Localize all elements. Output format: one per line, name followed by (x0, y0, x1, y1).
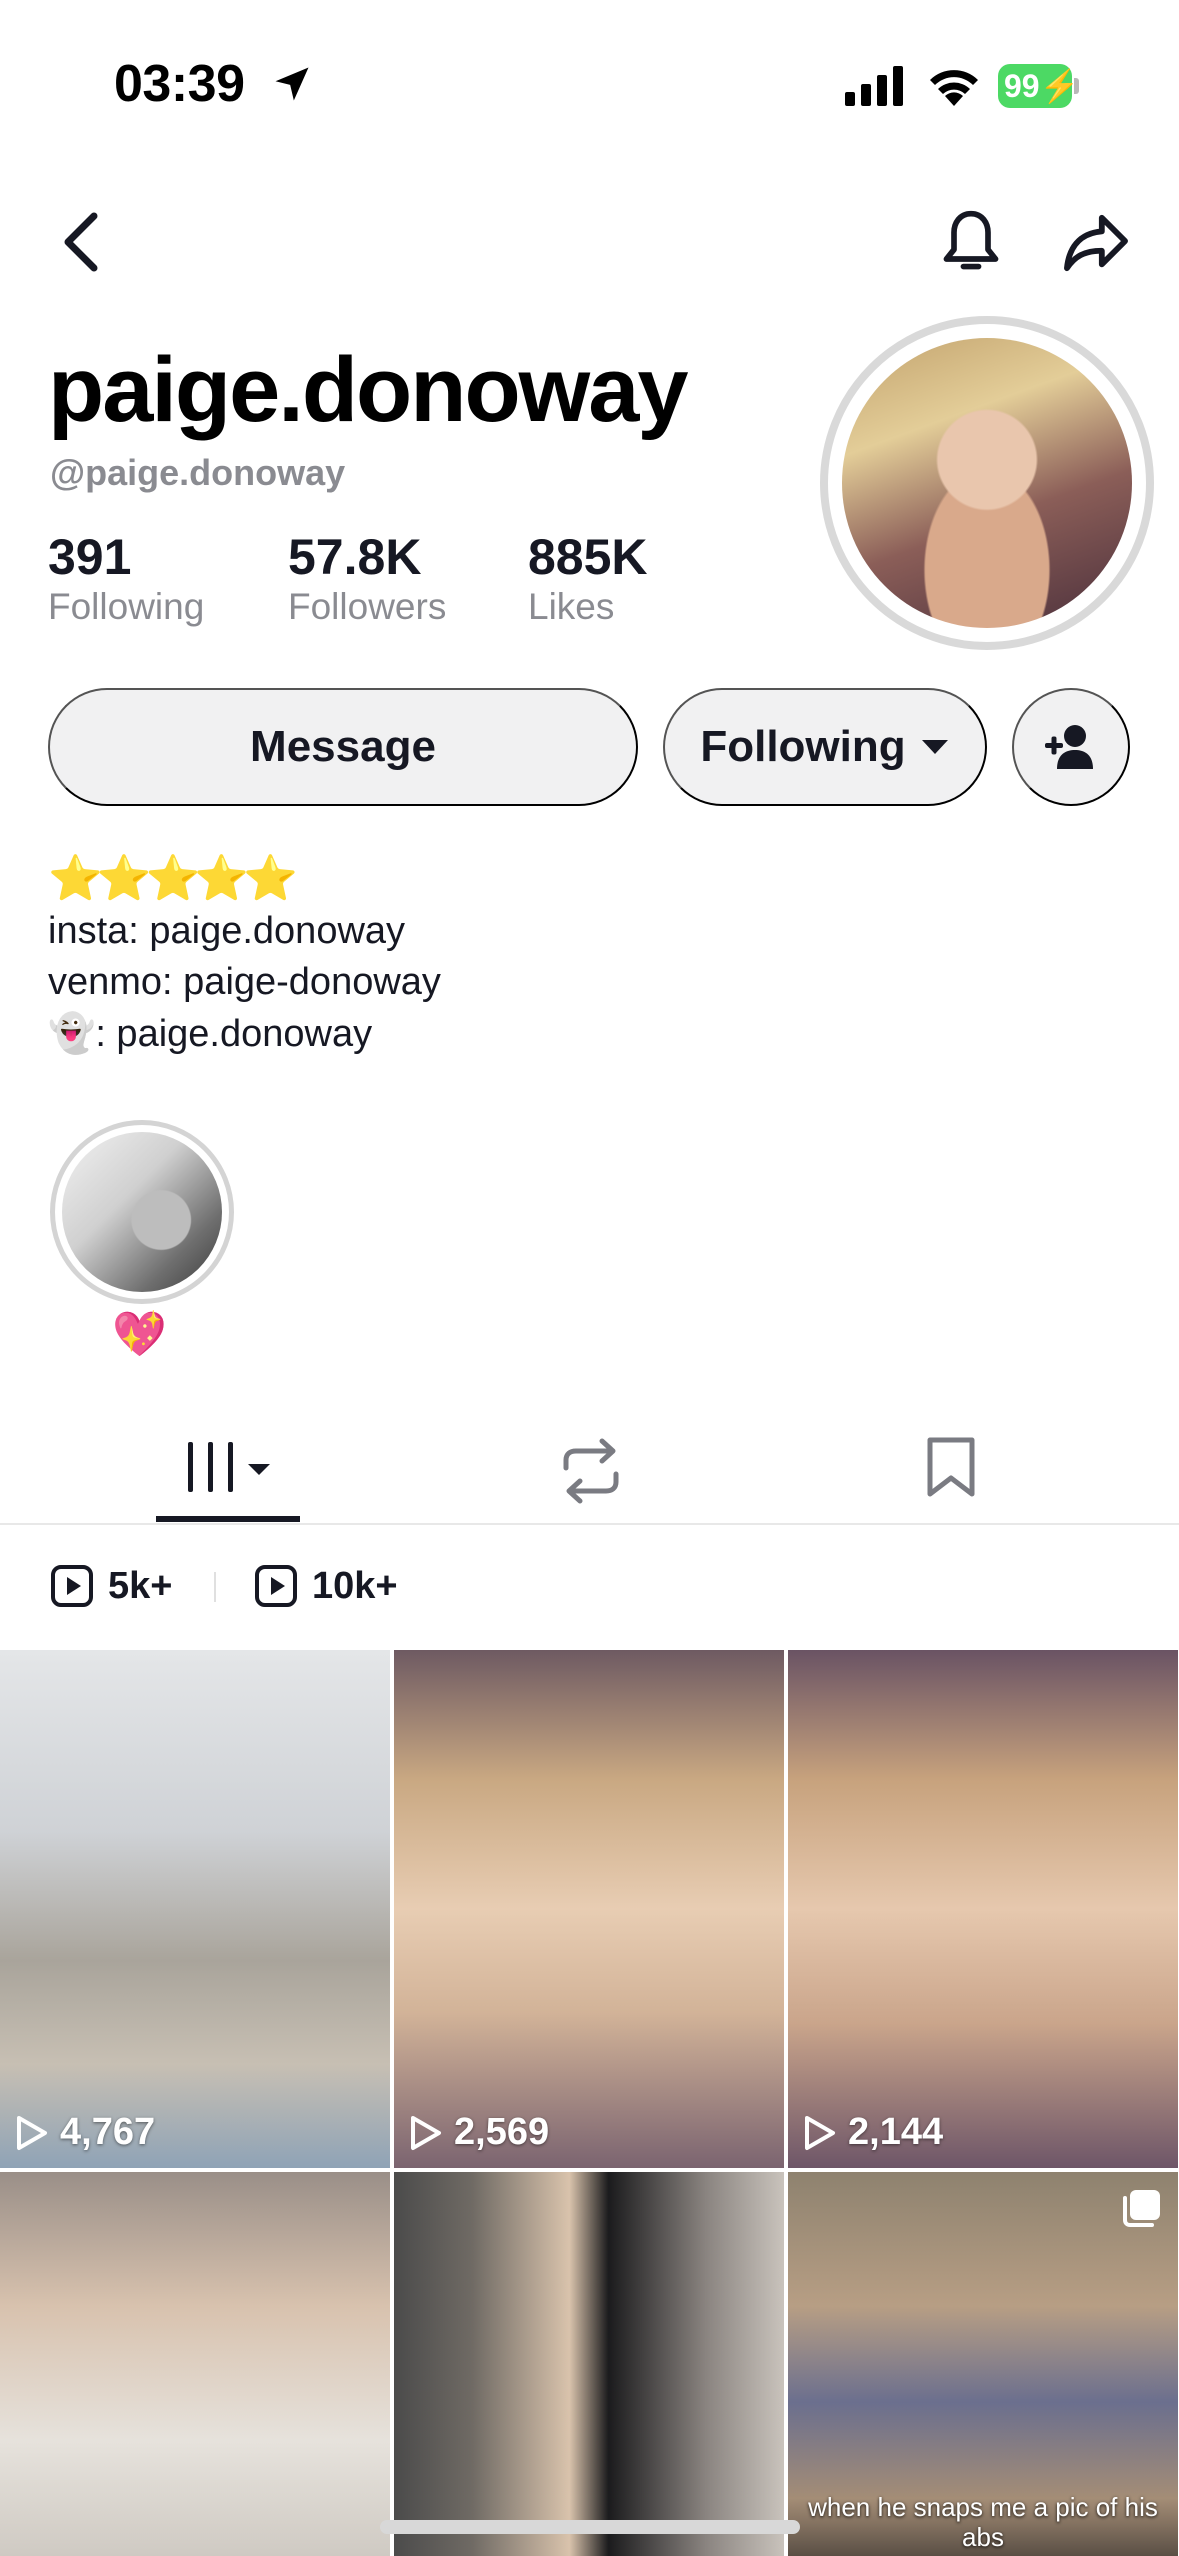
story-highlight-title: 💖 (112, 1310, 167, 1359)
story-highlight-cover[interactable] (62, 1132, 222, 1292)
back-icon[interactable] (54, 210, 110, 274)
stat-likes[interactable]: 885K Likes (528, 528, 648, 628)
stat-likes-label: Likes (528, 586, 615, 627)
share-arrow-icon[interactable] (1060, 212, 1132, 274)
stat-following[interactable]: 391 Following (48, 528, 204, 628)
tab-videos[interactable] (156, 1430, 300, 1510)
repost-icon (563, 1438, 619, 1504)
bio-stars: ⭐⭐⭐⭐⭐ (48, 854, 298, 903)
bio-line-venmo: venmo: paige-donoway (48, 961, 441, 1003)
video-thumbnail[interactable] (394, 2172, 784, 2556)
filter-5k-plus[interactable]: 5k+ (50, 1560, 172, 1612)
stat-followers-label: Followers (288, 586, 447, 627)
battery-level: 99⚡ (998, 64, 1079, 108)
following-button-label: Following (700, 722, 906, 771)
view-count: 4,767 (14, 2111, 155, 2154)
stat-likes-count: 885K (528, 529, 648, 585)
stat-followers-count: 57.8K (288, 529, 422, 585)
photo-carousel-icon (1123, 2190, 1160, 2227)
video-thumbnail[interactable] (0, 2172, 390, 2556)
message-button[interactable]: Message (48, 688, 638, 806)
filter-label: 5k+ (108, 1564, 173, 1607)
bio-line-insta: insta: paige.donoway (48, 910, 406, 952)
add-friend-button[interactable] (1012, 688, 1130, 806)
play-outline-icon (805, 2115, 835, 2150)
active-tab-indicator (156, 1516, 300, 1522)
filter-10k-plus[interactable]: 10k+ (254, 1560, 398, 1612)
filter-divider (214, 1572, 216, 1602)
video-thumbnail[interactable]: when he snaps me a pic of his abs (788, 2172, 1178, 2556)
video-thumbnail[interactable]: 2,144 (788, 1650, 1178, 2168)
video-grid-icon (188, 1442, 270, 1492)
video-thumbnail[interactable]: 2,569 (394, 1650, 784, 2168)
location-arrow-icon (275, 67, 309, 101)
following-dropdown-button[interactable]: Following (663, 688, 987, 806)
tab-reposts[interactable] (520, 1430, 660, 1510)
status-time: 03:39 (114, 55, 245, 113)
view-count: 2,144 (802, 2111, 943, 2154)
tab-saved[interactable] (880, 1430, 1020, 1510)
add-user-icon (1045, 725, 1093, 769)
battery-icon: 99⚡ (998, 64, 1080, 108)
play-square-icon (255, 1565, 297, 1607)
display-name: paige.donoway (48, 339, 689, 441)
wifi-icon (930, 70, 978, 106)
stat-following-label: Following (48, 586, 205, 627)
play-outline-icon (411, 2115, 441, 2150)
home-indicator (380, 2520, 800, 2534)
caret-down-icon (921, 740, 948, 754)
play-square-icon (51, 1565, 93, 1607)
avatar[interactable] (842, 338, 1132, 628)
video-caption-overlay: when he snaps me a pic of his abs (808, 2492, 1158, 2552)
username-handle: @paige.donoway (50, 452, 346, 493)
video-thumbnail[interactable]: 4,767 (0, 1650, 390, 2168)
stat-followers[interactable]: 57.8K Followers (288, 528, 446, 628)
filter-label: 10k+ (312, 1564, 398, 1607)
bio-line-snapchat: 👻: paige.donoway (48, 1013, 373, 1055)
bookmark-icon (927, 1437, 975, 1497)
view-count: 2,569 (408, 2111, 549, 2154)
play-outline-icon (17, 2115, 47, 2150)
notification-bell-icon[interactable] (940, 208, 1002, 276)
stat-following-count: 391 (48, 529, 132, 585)
tabs-divider (0, 1523, 1179, 1525)
cellular-signal-icon (845, 66, 903, 106)
